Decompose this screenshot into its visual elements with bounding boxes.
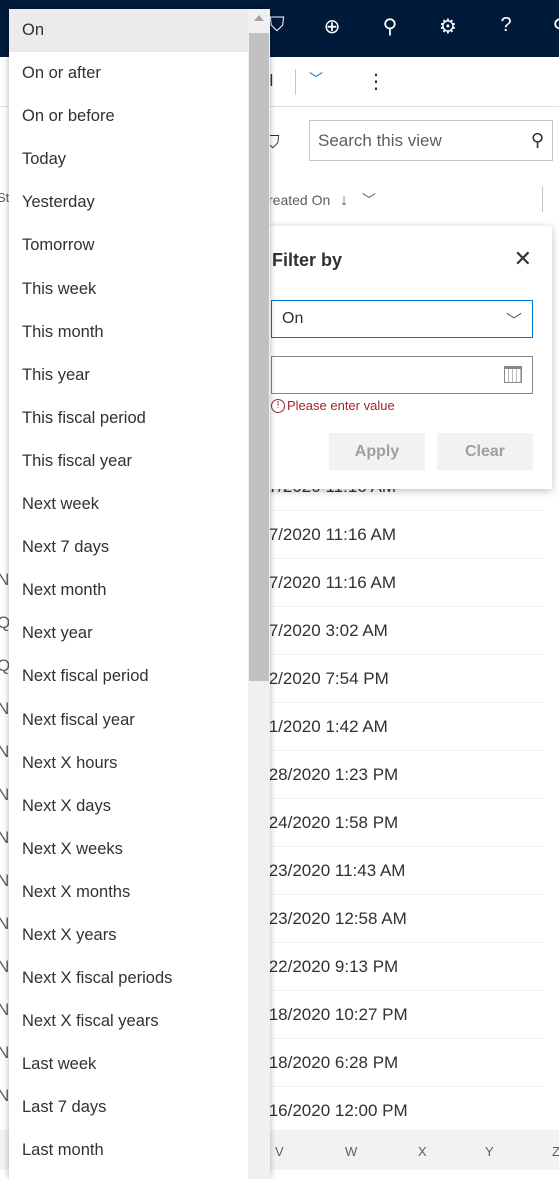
dropdown-option[interactable]: This fiscal year	[9, 440, 248, 483]
scrollbar-thumb[interactable]	[249, 33, 269, 681]
table-row[interactable]: /28/2020 1:23 PM	[264, 751, 544, 799]
person-icon[interactable]: ⚲	[546, 14, 559, 39]
left-column-cell: N	[0, 699, 10, 718]
chevron-down-icon[interactable]: ﹀	[362, 192, 376, 208]
dropdown-option[interactable]: Next X hours	[9, 742, 248, 785]
dropdown-option[interactable]: Next X days	[9, 785, 248, 828]
alpha-w[interactable]: W	[345, 1144, 357, 1159]
left-column-cell: N	[0, 570, 10, 589]
plus-circle-icon[interactable]: ⊕	[318, 14, 346, 39]
left-column-cell: N	[0, 957, 10, 976]
divider	[542, 186, 543, 212]
table-row[interactable]: /7/2020 11:16 AM	[264, 511, 544, 559]
operator-dropdown-list: On On or after On or before Today Yesterday T…	[9, 9, 270, 1179]
table-row[interactable]: /2/2020 7:54 PM	[264, 655, 544, 703]
filter-panel: Filter by ✕ On ﹀ ! Please enter value App…	[262, 226, 552, 489]
table-row[interactable]: /7/2020 11:16 AM	[264, 559, 544, 607]
sort-arrow-icon: ↓	[340, 192, 349, 209]
dropdown-option[interactable]: Tomorrow	[9, 224, 248, 267]
dropdown-option[interactable]: Next month	[9, 569, 248, 612]
alpha-y[interactable]: Y	[485, 1144, 494, 1159]
left-column-cell: N	[0, 785, 10, 804]
dropdown-option[interactable]: Yesterday	[9, 181, 248, 224]
table-row[interactable]: /22/2020 9:13 PM	[264, 943, 544, 991]
left-column-cell: N	[0, 871, 10, 890]
dropdown-option[interactable]: This week	[9, 268, 248, 311]
table-row[interactable]: /18/2020 6:28 PM	[264, 1039, 544, 1087]
more-icon[interactable]: ⋮	[366, 69, 386, 94]
dropdown-option[interactable]: Today	[9, 138, 248, 181]
dropdown-option[interactable]: Next fiscal year	[9, 699, 248, 742]
table-row[interactable]: /16/2020 12:00 PM	[264, 1087, 544, 1135]
error-message: ! Please enter value	[271, 398, 395, 413]
dropdown-option[interactable]: On or after	[9, 52, 248, 95]
scroll-up-icon[interactable]	[254, 15, 264, 21]
dropdown-option[interactable]: Last month	[9, 1129, 248, 1172]
table-row[interactable]: /18/2020 10:27 PM	[264, 991, 544, 1039]
table-row[interactable]: /23/2020 11:43 AM	[264, 847, 544, 895]
table-row[interactable]: /7/2020 3:02 AM	[264, 607, 544, 655]
alpha-x[interactable]: X	[418, 1144, 427, 1159]
dropdown-option[interactable]: Last 7 days	[9, 1086, 248, 1129]
search-input[interactable]: Search this view ⚲	[309, 120, 553, 161]
left-column-cell: N	[0, 914, 10, 933]
close-icon[interactable]: ✕	[514, 246, 532, 272]
dropdown-option[interactable]: This fiscal period	[9, 397, 248, 440]
left-column-cell: N	[0, 828, 10, 847]
assign-icon[interactable]: ⚲	[376, 14, 404, 39]
dropdown-option[interactable]: Next fiscal period	[9, 655, 248, 698]
column-header-label: reated On	[268, 192, 331, 208]
calendar-icon[interactable]	[504, 366, 522, 383]
dropdown-option[interactable]: Next X years	[9, 914, 248, 957]
divider	[295, 69, 296, 95]
left-column-header: St	[0, 190, 10, 205]
left-column-cell: N	[0, 1000, 10, 1019]
left-column-cell: N	[0, 742, 10, 761]
table-row[interactable]: /24/2020 1:58 PM	[264, 799, 544, 847]
left-column-cell: N	[0, 1086, 10, 1105]
filter-title: Filter by	[272, 250, 343, 270]
alpha-z[interactable]: Z	[552, 1144, 559, 1159]
dropdown-option[interactable]: Next X weeks	[9, 828, 248, 871]
dropdown-option[interactable]: Next X fiscal years	[9, 1000, 248, 1043]
search-icon[interactable]: ⚲	[531, 130, 544, 151]
dropdown-option[interactable]: Next week	[9, 483, 248, 526]
operator-value: On	[282, 310, 304, 327]
chevron-down-icon: ﹀	[505, 313, 522, 330]
dropdown-option[interactable]: Last week	[9, 1043, 248, 1086]
search-placeholder: Search this view	[318, 130, 442, 150]
alpha-v[interactable]: V	[275, 1144, 284, 1159]
dropdown-option[interactable]: On	[9, 9, 248, 53]
table-row[interactable]: /1/2020 1:42 AM	[264, 703, 544, 751]
chevron-down-icon[interactable]: ﹀	[309, 69, 323, 89]
table-row[interactable]: /23/2020 12:58 AM	[264, 895, 544, 943]
left-column-cell: N	[0, 1043, 10, 1062]
help-icon[interactable]: ?	[492, 14, 520, 37]
column-header-created-on[interactable]: reated On ↓ ﹀	[268, 190, 376, 210]
dropdown-option[interactable]: Next X months	[9, 871, 248, 914]
gear-icon[interactable]: ⚙	[434, 14, 462, 39]
dropdown-option[interactable]: Next X fiscal periods	[9, 957, 248, 1000]
error-text: Please enter value	[287, 398, 395, 413]
dropdown-option[interactable]: On or before	[9, 95, 248, 138]
date-input[interactable]	[271, 356, 533, 394]
scrollbar[interactable]	[248, 9, 270, 1179]
dropdown-option[interactable]: This month	[9, 311, 248, 354]
dropdown-option[interactable]: Next year	[9, 612, 248, 655]
dropdown-option[interactable]: Next 7 days	[9, 526, 248, 569]
error-icon: !	[271, 398, 285, 413]
dropdown-option[interactable]: This year	[9, 354, 248, 397]
operator-select[interactable]: On ﹀	[271, 300, 533, 338]
apply-button[interactable]: Apply	[329, 433, 425, 470]
clear-button[interactable]: Clear	[437, 433, 533, 470]
